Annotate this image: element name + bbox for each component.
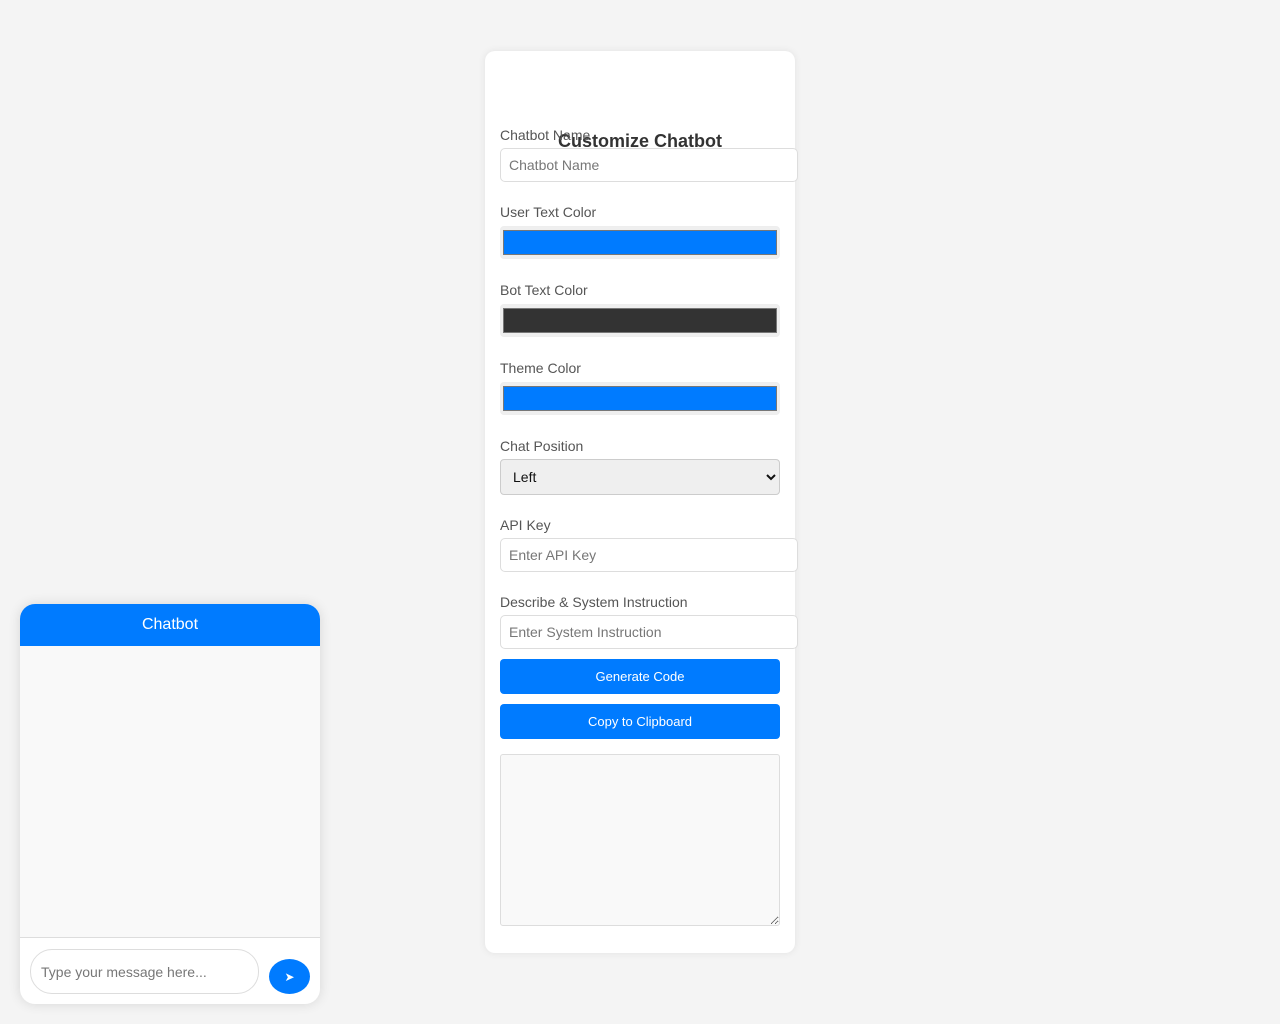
theme-color-picker[interactable]	[500, 382, 780, 415]
chat-position-select[interactable]: Left	[500, 459, 780, 495]
system-instruction-label: Describe & System Instruction	[500, 594, 688, 610]
chatbot-name-label: Chatbot Name	[500, 127, 591, 143]
user-text-color-label: User Text Color	[500, 204, 597, 220]
bot-text-color-label: Bot Text Color	[500, 282, 588, 298]
copy-to-clipboard-button[interactable]: Copy to Clipboard	[500, 704, 780, 739]
send-button[interactable]: ➤	[269, 959, 310, 994]
system-instruction-input[interactable]	[500, 615, 798, 649]
theme-color-label: Theme Color	[500, 360, 581, 376]
send-arrow-icon: ➤	[284, 969, 295, 984]
api-key-input[interactable]	[500, 538, 798, 572]
generated-code-output[interactable]	[500, 754, 780, 926]
bot-text-color-picker[interactable]	[500, 304, 780, 337]
chat-position-label: Chat Position	[500, 438, 584, 454]
api-key-label: API Key	[500, 517, 551, 533]
chat-message-input[interactable]	[30, 949, 259, 994]
chatbot-name-input[interactable]	[500, 148, 798, 182]
chatbot-header: Chatbot	[20, 604, 320, 646]
chat-messages	[20, 646, 320, 938]
chatbot-widget: Chatbot ➤	[20, 604, 320, 1004]
user-text-color-picker[interactable]	[500, 226, 780, 259]
generate-code-button[interactable]: Generate Code	[500, 659, 780, 694]
